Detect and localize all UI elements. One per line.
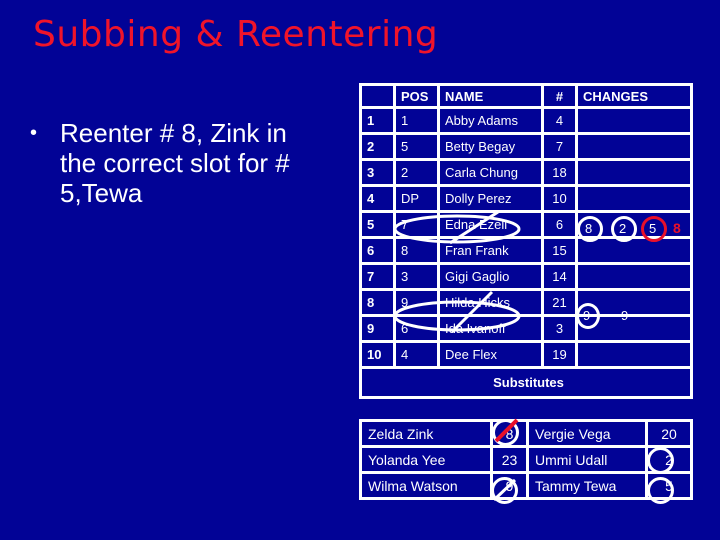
header-number: # — [541, 83, 578, 109]
slide-title: Subbing & Reentering — [33, 14, 439, 55]
name-cell: Hilda Hicks — [437, 288, 544, 317]
number-cell: 4 — [541, 106, 578, 135]
substitute-row: Wilma Watson 9 Tammy Tewa 5 — [359, 471, 693, 500]
sub-name-left: Yolanda Yee — [359, 445, 493, 474]
table-row: 7 3 Gigi Gaglio 14 — [359, 262, 693, 291]
number-cell: 14 — [541, 262, 578, 291]
table-row: 4 DP Dolly Perez 10 — [359, 184, 693, 213]
substitute-row: Yolanda Yee 23 Ummi Udall 2 — [359, 445, 693, 474]
name-cell: Abby Adams — [437, 106, 544, 135]
name-cell: Carla Chung — [437, 158, 544, 187]
header-name: NAME — [437, 83, 544, 109]
bullet-icon: • — [30, 122, 38, 144]
bullet-point: • Reenter # 8, Zink in the correct slot … — [30, 118, 330, 208]
pos-cell: DP — [393, 184, 440, 213]
lineup-card: POS NAME # CHANGES 1 1 Abby Adams 4 2 5 Betty… — [359, 83, 693, 399]
number-cell: 7 — [541, 132, 578, 161]
table-row: 3 2 Carla Chung 18 — [359, 158, 693, 187]
change-mark-highlight: 8 — [673, 220, 681, 236]
slot-cell: 8 — [359, 288, 396, 317]
name-cell: Fran Frank — [437, 236, 544, 265]
number-cell: 10 — [541, 184, 578, 213]
pos-cell: 9 — [393, 288, 440, 317]
slot-cell: 1 — [359, 106, 396, 135]
slot-cell: 6 — [359, 236, 396, 265]
change-mark: 9 — [583, 308, 591, 323]
number-cell: 3 — [541, 314, 578, 343]
lineup-table: POS NAME # CHANGES 1 1 Abby Adams 4 2 5 Betty… — [359, 83, 693, 399]
slot-cell: 10 — [359, 340, 396, 369]
circle-mark — [492, 419, 519, 446]
name-cell: Dolly Perez — [437, 184, 544, 213]
changes-cell — [575, 158, 693, 187]
substitute-row: Zelda Zink 8 Vergie Vega 20 — [359, 419, 693, 448]
slot-cell: 7 — [359, 262, 396, 291]
changes-cell — [575, 132, 693, 161]
changes-cell — [575, 262, 693, 291]
changes-cell — [575, 184, 693, 213]
name-cell: Gigi Gaglio — [437, 262, 544, 291]
substitutes-label: Substitutes — [359, 366, 693, 399]
number-cell: 6 — [541, 210, 578, 239]
table-row: 8 9 Hilda Hicks 21 — [359, 288, 693, 317]
number-cell: 19 — [541, 340, 578, 369]
slot-cell: 3 — [359, 158, 396, 187]
name-cell: Dee Flex — [437, 340, 544, 369]
name-cell: Betty Begay — [437, 132, 544, 161]
bullet-text: Reenter # 8, Zink in the correct slot fo… — [60, 118, 290, 208]
circle-mark — [647, 477, 674, 504]
change-mark: 9 — [621, 308, 629, 323]
sub-number-left: 23 — [490, 445, 529, 474]
table-row: 2 5 Betty Begay 7 — [359, 132, 693, 161]
header-changes: CHANGES — [575, 83, 693, 109]
changes-cell — [575, 340, 693, 369]
table-row: 6 8 Fran Frank 15 — [359, 236, 693, 265]
pos-cell: 8 — [393, 236, 440, 265]
header-slot — [359, 83, 396, 109]
number-cell: 15 — [541, 236, 578, 265]
sub-name-right: Ummi Udall — [526, 445, 648, 474]
substitutes-header-row: Substitutes — [359, 366, 693, 399]
sub-name-right: Vergie Vega — [526, 419, 648, 448]
pos-cell: 4 — [393, 340, 440, 369]
change-mark: 5 — [649, 221, 657, 236]
pos-cell: 1 — [393, 106, 440, 135]
pos-cell: 3 — [393, 262, 440, 291]
slot-cell: 9 — [359, 314, 396, 343]
circle-mark — [491, 477, 518, 504]
pos-cell: 7 — [393, 210, 440, 239]
lineup-header-row: POS NAME # CHANGES — [359, 83, 693, 109]
changes-cell — [575, 106, 693, 135]
name-cell: Edna Ezell — [437, 210, 544, 239]
slot-cell: 5 — [359, 210, 396, 239]
slot-cell: 2 — [359, 132, 396, 161]
number-cell: 21 — [541, 288, 578, 317]
sub-number-right: 20 — [645, 419, 693, 448]
change-mark: 2 — [619, 221, 627, 236]
slot-cell: 4 — [359, 184, 396, 213]
table-row: 9 6 Ida Ivanoff 3 — [359, 314, 693, 343]
number-cell: 18 — [541, 158, 578, 187]
circle-mark — [647, 447, 674, 474]
sub-name-left: Wilma Watson — [359, 471, 493, 500]
sub-name-right: Tammy Tewa — [526, 471, 648, 500]
name-cell: Ida Ivanoff — [437, 314, 544, 343]
pos-cell: 6 — [393, 314, 440, 343]
pos-cell: 2 — [393, 158, 440, 187]
table-row: 1 1 Abby Adams 4 — [359, 106, 693, 135]
header-pos: POS — [393, 83, 440, 109]
change-mark: 8 — [585, 221, 593, 236]
substitutes-table: Zelda Zink 8 Vergie Vega 20 Yolanda Yee … — [359, 419, 693, 500]
table-row: 10 4 Dee Flex 19 — [359, 340, 693, 369]
sub-name-left: Zelda Zink — [359, 419, 493, 448]
pos-cell: 5 — [393, 132, 440, 161]
